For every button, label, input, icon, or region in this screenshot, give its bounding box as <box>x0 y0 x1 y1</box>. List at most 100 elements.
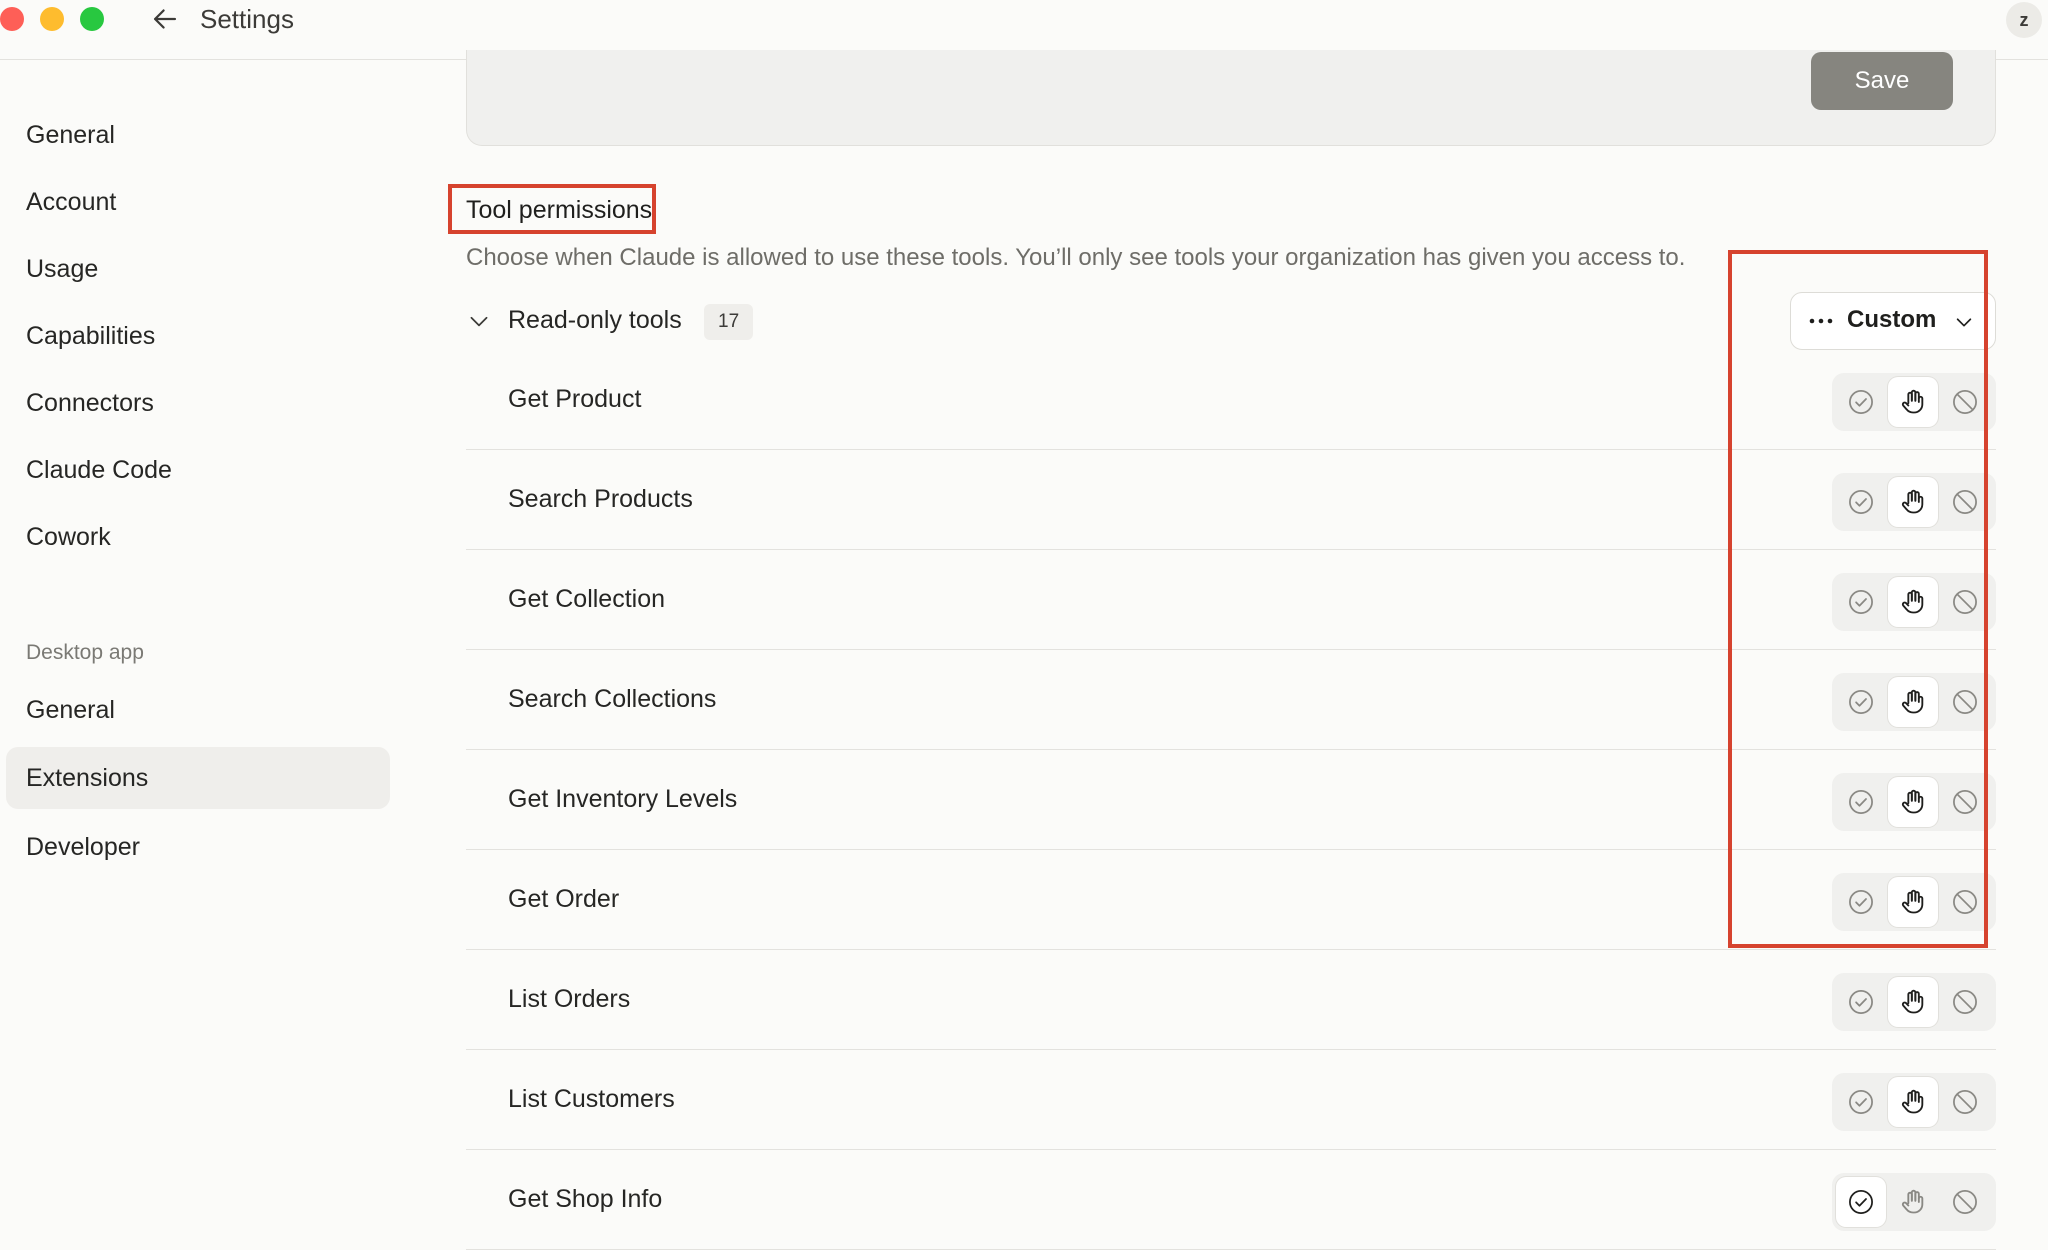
allow-button[interactable] <box>1836 577 1886 627</box>
dots-icon <box>1809 318 1833 324</box>
text-area-panel[interactable] <box>466 50 1996 146</box>
sidebar-item-usage[interactable]: Usage <box>6 238 390 300</box>
check-circle-icon <box>1849 690 1873 714</box>
permission-toggle-group <box>1832 1073 1996 1131</box>
ask-button[interactable] <box>1888 977 1938 1027</box>
tool-name: Get Collection <box>508 585 666 613</box>
back-arrow-icon[interactable] <box>148 2 182 36</box>
sidebar-item-desktop-general[interactable]: General <box>6 679 390 741</box>
section-description: Choose when Claude is allowed to use the… <box>466 244 1686 271</box>
hand-icon <box>1901 889 1924 914</box>
main-content: Save Tool permissions Choose when Claude… <box>448 50 1996 1250</box>
sidebar-item-extensions[interactable]: Extensions <box>6 747 390 809</box>
block-button[interactable] <box>1940 477 1990 527</box>
chevron-down-icon[interactable] <box>466 308 492 334</box>
block-button[interactable] <box>1940 877 1990 927</box>
hand-icon <box>1901 589 1924 614</box>
hand-icon <box>1901 389 1924 414</box>
permission-toggle-group <box>1832 673 1996 731</box>
ask-button[interactable] <box>1888 577 1938 627</box>
allow-button[interactable] <box>1836 1177 1886 1227</box>
check-circle-icon <box>1849 1090 1873 1114</box>
tool-count-badge: 17 <box>704 304 754 340</box>
allow-button[interactable] <box>1836 1077 1886 1127</box>
block-icon <box>1953 1190 1977 1214</box>
hand-icon <box>1901 689 1924 714</box>
ask-button[interactable] <box>1888 477 1938 527</box>
block-button[interactable] <box>1940 977 1990 1027</box>
sidebar-item-cowork[interactable]: Cowork <box>6 506 390 568</box>
check-circle-icon <box>1849 490 1873 514</box>
tool-group-header: Read-only tools 17 Custom <box>466 292 1996 352</box>
block-button[interactable] <box>1940 1177 1990 1227</box>
block-icon <box>1953 390 1977 414</box>
ask-button[interactable] <box>1888 777 1938 827</box>
tool-name: Search Products <box>508 485 693 513</box>
ask-button[interactable] <box>1888 1077 1938 1127</box>
permission-toggle-group <box>1832 773 1996 831</box>
block-icon <box>1953 490 1977 514</box>
permission-mode-label: Custom <box>1847 306 1937 333</box>
permission-toggle-group <box>1832 573 1996 631</box>
tool-row: Get Shop Info <box>466 1152 1996 1250</box>
maximize-window-button[interactable] <box>80 7 104 31</box>
permission-toggle-group <box>1832 473 1996 531</box>
sidebar-section-desktop-app: Desktop app <box>26 641 144 664</box>
chevron-down-icon <box>1956 318 1972 327</box>
tool-name: Get Inventory Levels <box>508 785 738 813</box>
close-window-button[interactable] <box>0 7 24 31</box>
allow-button[interactable] <box>1836 677 1886 727</box>
tool-name: Get Order <box>508 885 620 913</box>
ask-button[interactable] <box>1888 877 1938 927</box>
check-circle-icon <box>1849 990 1873 1014</box>
permission-toggle-group <box>1832 1173 1996 1231</box>
ask-button[interactable] <box>1888 1177 1938 1227</box>
tool-row: Get Order <box>466 852 1996 950</box>
allow-button[interactable] <box>1836 977 1886 1027</box>
block-icon <box>1953 990 1977 1014</box>
block-button[interactable] <box>1940 1077 1990 1127</box>
check-circle-icon <box>1849 390 1873 414</box>
hand-icon <box>1901 1189 1924 1214</box>
sidebar-item-connectors[interactable]: Connectors <box>6 372 390 434</box>
block-icon <box>1953 590 1977 614</box>
hand-icon <box>1901 489 1924 514</box>
allow-button[interactable] <box>1836 377 1886 427</box>
tool-row: List Orders <box>466 952 1996 1050</box>
section-title: Tool permissions <box>466 196 653 224</box>
sidebar-item-capabilities[interactable]: Capabilities <box>6 305 390 367</box>
permission-toggle-group <box>1832 373 1996 431</box>
allow-button[interactable] <box>1836 477 1886 527</box>
block-button[interactable] <box>1940 377 1990 427</box>
block-button[interactable] <box>1940 577 1990 627</box>
sidebar-item-general[interactable]: General <box>6 104 390 166</box>
block-icon <box>1953 690 1977 714</box>
tool-row: Get Inventory Levels <box>466 752 1996 850</box>
sidebar: General Account Usage Capabilities Conne… <box>0 62 400 1204</box>
save-button[interactable]: Save <box>1811 52 1953 110</box>
tool-name: List Customers <box>508 1085 675 1113</box>
check-circle-icon <box>1849 590 1873 614</box>
permission-toggle-group <box>1832 973 1996 1031</box>
allow-button[interactable] <box>1836 777 1886 827</box>
tool-row: Get Product <box>466 352 1996 450</box>
tool-name: Get Shop Info <box>508 1185 663 1213</box>
tool-row: Search Collections <box>466 652 1996 750</box>
sidebar-item-developer[interactable]: Developer <box>6 816 390 878</box>
tool-name: Get Product <box>508 385 642 413</box>
ask-button[interactable] <box>1888 677 1938 727</box>
minimize-window-button[interactable] <box>40 7 64 31</box>
ask-button[interactable] <box>1888 377 1938 427</box>
check-circle-icon <box>1849 1190 1873 1214</box>
block-button[interactable] <box>1940 777 1990 827</box>
permission-toggle-group <box>1832 873 1996 931</box>
window-title: Settings <box>200 4 294 34</box>
check-circle-icon <box>1849 890 1873 914</box>
allow-button[interactable] <box>1836 877 1886 927</box>
sidebar-item-account[interactable]: Account <box>6 171 390 233</box>
block-button[interactable] <box>1940 677 1990 727</box>
sidebar-item-claude-code[interactable]: Claude Code <box>6 439 390 501</box>
avatar[interactable]: z <box>2006 2 2042 38</box>
permission-mode-dropdown[interactable]: Custom <box>1790 292 1996 350</box>
tool-group-label[interactable]: Read-only tools <box>508 306 682 335</box>
